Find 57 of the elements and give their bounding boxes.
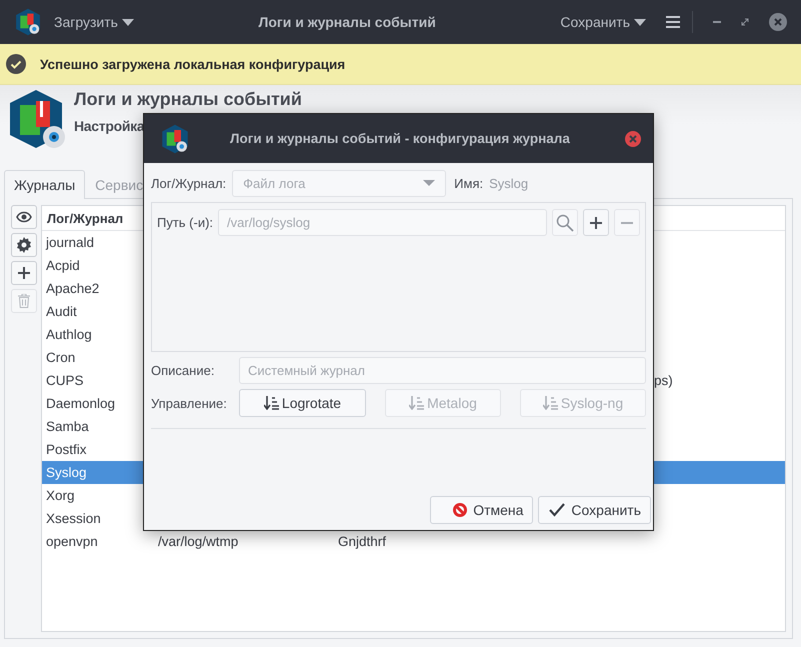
table-cell-text: Authlog: [46, 327, 93, 342]
window-title: Логи и журналы событий: [258, 14, 437, 30]
app-subtitle: Настройка: [74, 118, 146, 134]
field-label: Путь (-и):: [157, 215, 214, 230]
minus-icon: [621, 222, 634, 224]
table-cell-text: Xorg: [46, 488, 76, 503]
table-cell-text: openvpn: [46, 534, 99, 549]
field-label: Имя:: [454, 176, 484, 190]
table-cell-text: Acpid: [46, 258, 81, 273]
save-menu[interactable]: Сохранить: [560, 14, 646, 30]
cancel-button[interactable]: Отмена: [430, 496, 534, 524]
plus-icon: [18, 267, 30, 279]
dialog-title: Логи и журналы событий - конфигурация журнала: [229, 131, 571, 146]
field-label: Описание:: [151, 363, 216, 378]
menu-icon[interactable]: [666, 16, 680, 28]
load-menu[interactable]: Загрузить: [54, 14, 134, 30]
eye-button[interactable]: [11, 205, 37, 229]
check-icon: [6, 54, 26, 74]
settings-button[interactable]: [11, 233, 37, 257]
app-logo-icon: [160, 122, 190, 154]
sort-icon: [542, 396, 558, 410]
plus-icon: [590, 216, 602, 228]
table-cell-text: Apache2: [46, 281, 100, 296]
search-button[interactable]: [552, 209, 578, 236]
field-label: Управление:: [151, 396, 228, 410]
info-message: Успешно загружена локальная конфигурация: [40, 56, 346, 72]
table-cell-text: Audit: [46, 304, 78, 319]
log-row[interactable]: openvpn /var/log/wtmp Gnjdthrf: [42, 530, 785, 553]
search-icon: [556, 214, 574, 232]
table-cell-text: Postfix: [46, 442, 88, 457]
maximize-icon[interactable]: [741, 18, 749, 26]
add-button[interactable]: [583, 209, 610, 236]
eye-icon: [16, 211, 32, 223]
table-cell: Gnjdthrf: [338, 534, 386, 549]
close-icon[interactable]: [625, 130, 641, 146]
cancel-icon: [453, 503, 468, 517]
table-cell-text: journald: [46, 235, 96, 250]
trash-icon: [18, 294, 30, 308]
check-icon: [549, 503, 566, 517]
close-icon[interactable]: [769, 13, 787, 31]
description-field[interactable]: Системный журнал: [239, 357, 646, 384]
table-cell-text: Samba: [46, 419, 90, 434]
control-button[interactable]: Logrotate: [239, 389, 366, 417]
field-label: Лог/Журнал:: [151, 176, 226, 190]
gear-icon: [16, 237, 32, 253]
save-button[interactable]: Сохранить: [538, 496, 651, 524]
table-cell-text: Syslog: [46, 465, 88, 480]
sort-icon: [264, 396, 279, 410]
name-value: Syslog: [489, 176, 528, 190]
app-logo-icon: [14, 7, 42, 37]
column-header: Лог/Журнал: [47, 210, 124, 226]
sort-icon: [409, 396, 424, 410]
tab[interactable]: Журналы: [4, 170, 86, 199]
app-title: Логи и журналы событий: [74, 90, 302, 108]
table-cell-text: Cron: [46, 350, 76, 365]
table-cell-text: /var/log/wtmp: [158, 534, 240, 549]
add-button[interactable]: [11, 261, 37, 285]
